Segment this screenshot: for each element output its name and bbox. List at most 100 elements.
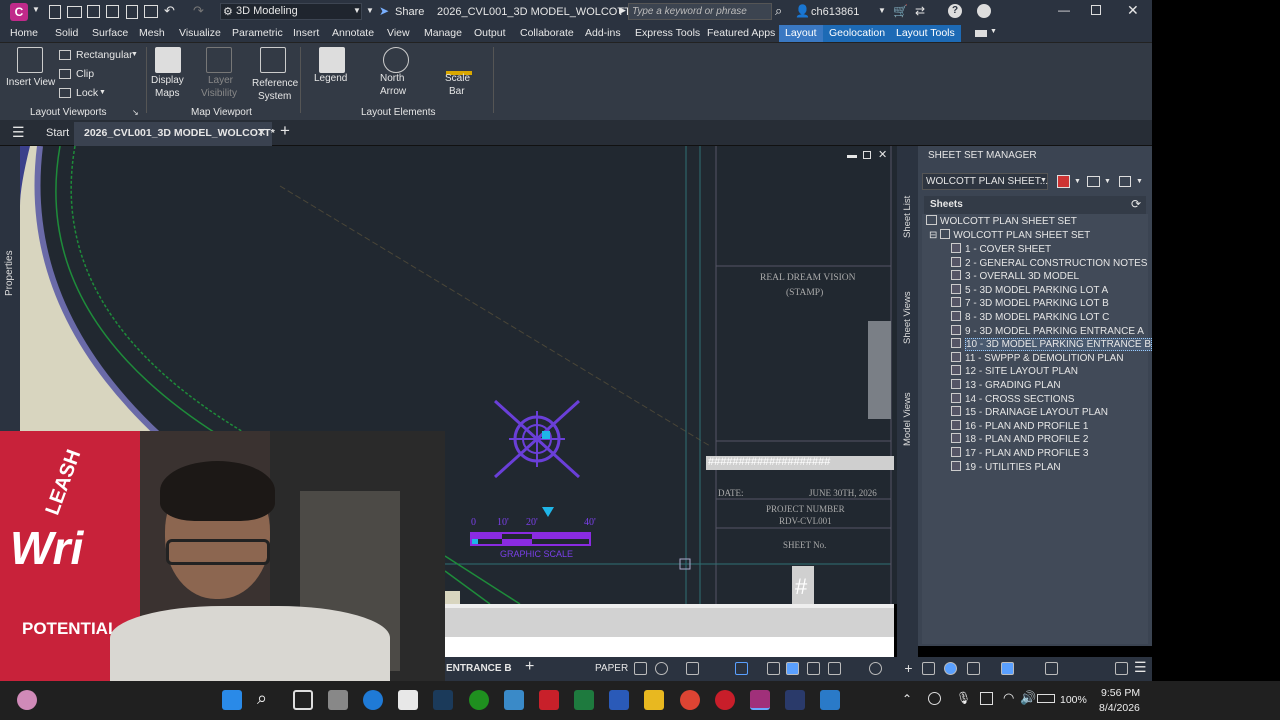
lineweight-icon[interactable] xyxy=(767,662,780,675)
collapse-icon[interactable]: ⊟ xyxy=(929,230,937,241)
sheet-item[interactable]: 1 - COVER SHEET xyxy=(951,243,1051,256)
fullscreen-icon[interactable] xyxy=(1115,662,1128,675)
tab-collaborate[interactable]: Collaborate xyxy=(520,27,574,39)
sheet-item[interactable]: 17 - PLAN AND PROFILE 3 xyxy=(951,447,1088,460)
search-input[interactable]: Type a keyword or phrase xyxy=(628,3,772,20)
chevron-down-icon[interactable]: ▼ xyxy=(1136,178,1143,185)
task-view-icon[interactable] xyxy=(293,690,313,710)
publish-icon[interactable] xyxy=(1057,175,1070,188)
battery-icon[interactable] xyxy=(1037,694,1055,703)
share-icon[interactable]: ➤ xyxy=(379,4,389,18)
sheet-item[interactable]: 18 - PLAN AND PROFILE 2 xyxy=(951,433,1088,446)
excel-icon[interactable] xyxy=(574,690,594,710)
scale-icon[interactable] xyxy=(807,662,820,675)
help-icon[interactable]: ? xyxy=(948,4,962,18)
north-arrow-line2[interactable]: Arrow xyxy=(380,86,406,97)
tab-layout-tools[interactable]: Layout Tools xyxy=(890,25,961,42)
tab-solid[interactable]: Solid xyxy=(55,27,78,39)
clock-date[interactable]: 8/4/2026 xyxy=(1099,702,1140,714)
tab-mesh[interactable]: Mesh xyxy=(139,27,165,39)
sheet-item[interactable]: 3 - OVERALL 3D MODEL xyxy=(951,270,1079,283)
save-as-icon[interactable] xyxy=(106,5,119,18)
tab-annotate[interactable]: Annotate xyxy=(332,27,374,39)
refresh-icon[interactable]: ⟳ xyxy=(1131,197,1141,211)
steam-icon[interactable] xyxy=(433,690,453,710)
redo-icon[interactable]: ↷ xyxy=(193,3,204,19)
scale-bar-icon[interactable] xyxy=(446,49,472,75)
save-icon[interactable] xyxy=(87,5,100,18)
volume-icon[interactable]: 🔊 xyxy=(1020,690,1036,706)
reference-system-line2[interactable]: System xyxy=(258,91,291,102)
tray-icon-2[interactable] xyxy=(980,692,993,705)
tab-parametric[interactable]: Parametric xyxy=(232,27,283,39)
app-icon-3[interactable] xyxy=(820,690,840,710)
properties-tab[interactable]: Properties xyxy=(4,250,15,296)
username[interactable]: ch613861 xyxy=(811,6,859,18)
sheet-item[interactable]: 10 - 3D MODEL PARKING ENTRANCE B xyxy=(951,338,1153,352)
transfer-icon[interactable]: ⇄ xyxy=(915,4,925,18)
chevron-up-icon[interactable]: ⌃ xyxy=(902,692,912,706)
legend-icon[interactable] xyxy=(319,47,345,73)
new-tab-icon[interactable]: + xyxy=(280,121,290,141)
share-button[interactable]: Share xyxy=(395,6,424,18)
sheet-item[interactable]: 14 - CROSS SECTIONS xyxy=(951,392,1074,406)
tree-subset[interactable]: ⊟ WOLCOTT PLAN SHEET SET xyxy=(929,229,1090,241)
tab-start[interactable]: Start xyxy=(46,127,69,139)
tab-layout[interactable]: Layout xyxy=(779,25,823,42)
app-icon-1[interactable] xyxy=(328,690,348,710)
file-explorer-icon[interactable] xyxy=(644,690,664,710)
sheet-item[interactable]: 5 - 3D MODEL PARKING LOT A xyxy=(951,283,1108,297)
new-file-icon[interactable] xyxy=(49,5,61,19)
monitor-icon[interactable] xyxy=(1045,662,1058,675)
tab-geolocation[interactable]: Geolocation xyxy=(823,25,892,42)
grid-icon[interactable] xyxy=(634,662,647,675)
app-logo[interactable]: C xyxy=(10,3,28,21)
rectangular-button[interactable]: Rectangular xyxy=(76,49,133,61)
polar-icon[interactable] xyxy=(686,662,699,675)
close-icon[interactable]: ✕ xyxy=(1127,2,1139,19)
reference-system-line1[interactable]: Reference xyxy=(252,78,298,89)
minimize-icon[interactable]: — xyxy=(1058,3,1070,17)
sheet-item[interactable]: 7 - 3D MODEL PARKING LOT B xyxy=(951,297,1109,310)
model-space-icon[interactable] xyxy=(786,662,799,675)
word-icon[interactable] xyxy=(609,690,629,710)
customize-menu-icon[interactable]: ☰ xyxy=(1134,659,1147,676)
chevron-down-icon[interactable]: ▼ xyxy=(990,28,997,35)
civil3d-icon[interactable] xyxy=(750,690,770,710)
display-maps-icon[interactable] xyxy=(155,47,181,73)
clock-time[interactable]: 9:56 PM xyxy=(1101,687,1140,699)
pdf-icon[interactable] xyxy=(539,690,559,710)
add-layout-icon[interactable]: + xyxy=(525,658,534,676)
search-icon[interactable]: ⌕ xyxy=(257,688,267,709)
community-icon[interactable] xyxy=(977,4,991,18)
open-folder-icon[interactable] xyxy=(67,6,82,18)
tab-featured-apps[interactable]: Featured Apps xyxy=(707,27,775,39)
tree-root[interactable]: WOLCOTT PLAN SHEET SET xyxy=(926,215,1077,227)
snap-icon[interactable] xyxy=(655,662,668,675)
edge-icon[interactable] xyxy=(363,690,383,710)
tab-sheet-views[interactable]: Sheet Views xyxy=(902,291,913,344)
print-icon[interactable] xyxy=(144,5,158,18)
chrome-icon[interactable] xyxy=(680,690,700,710)
weather-icon[interactable] xyxy=(17,690,37,710)
chevron-down-icon[interactable]: ▼ xyxy=(32,5,40,14)
graphic-scale-bar[interactable] xyxy=(470,532,591,546)
restore-icon[interactable] xyxy=(1091,5,1101,15)
tray-icon-1[interactable] xyxy=(928,692,941,705)
reference-system-icon[interactable] xyxy=(260,47,286,73)
insert-view-icon[interactable] xyxy=(17,47,43,73)
tab-model-views[interactable]: Model Views xyxy=(902,392,913,446)
user-icon[interactable]: 👤 xyxy=(795,4,810,18)
north-arrow-symbol[interactable] xyxy=(475,391,605,491)
photos-icon[interactable] xyxy=(504,690,524,710)
tab-sheet-list[interactable]: Sheet List xyxy=(902,196,913,238)
wifi-icon[interactable]: ◠ xyxy=(1003,690,1014,706)
tab-surface[interactable]: Surface xyxy=(92,27,128,39)
gear-icon[interactable] xyxy=(869,662,882,675)
viewport-icon[interactable] xyxy=(735,662,748,675)
panel-toggle-icon[interactable] xyxy=(975,30,987,37)
sheet-item[interactable]: 13 - GRADING PLAN xyxy=(951,379,1061,392)
tab-visualize[interactable]: Visualize xyxy=(179,27,221,39)
chevron-down-icon[interactable]: ▼ xyxy=(1074,178,1081,185)
restore-icon[interactable] xyxy=(863,151,871,159)
